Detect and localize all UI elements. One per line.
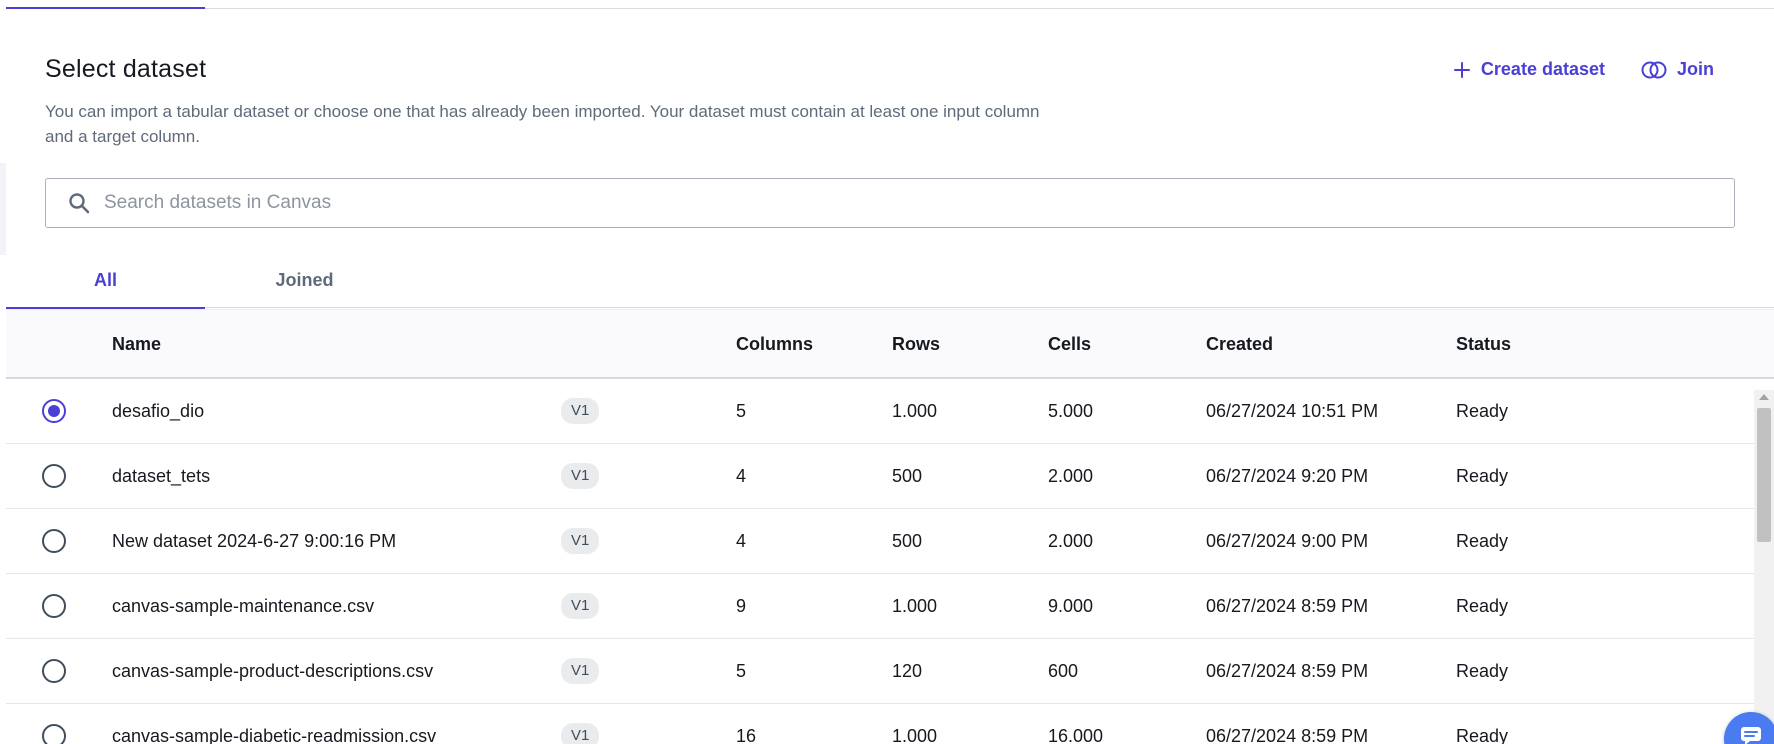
dataset-table-body: desafio_dio V1 5 1.000 5.000 06/27/2024 … <box>6 379 1754 744</box>
created-date: 06/27/2024 9:00 PM <box>1206 530 1369 551</box>
rows-count: 120 <box>892 660 923 681</box>
join-button[interactable]: Join <box>1641 59 1714 80</box>
scrollbar-thumb[interactable] <box>1757 408 1771 542</box>
dataset-name: canvas-sample-product-descriptions.csv <box>112 660 434 681</box>
version-badge: V1 <box>561 528 600 554</box>
table-row[interactable]: canvas-sample-maintenance.csv V1 9 1.000… <box>6 574 1754 639</box>
row-radio[interactable] <box>42 529 66 553</box>
header: Select dataset You can import a tabular … <box>45 53 1075 149</box>
row-select-cell <box>42 444 66 508</box>
select-dataset-panel: Select dataset You can import a tabular … <box>6 9 1774 744</box>
column-header-created[interactable]: Created <box>1206 310 1273 378</box>
cells-count: 2.000 <box>1048 465 1094 486</box>
version-badge: V1 <box>561 463 600 489</box>
columns-count: 5 <box>736 660 747 681</box>
cells-count: 2.000 <box>1048 530 1094 551</box>
page-description: You can import a tabular dataset or choo… <box>45 99 1075 149</box>
row-select-cell <box>42 574 66 638</box>
rows-count: 1.000 <box>892 595 938 616</box>
table-header: Name Columns Rows Cells Created Status <box>6 309 1774 379</box>
columns-count: 4 <box>736 530 747 551</box>
version-cell: V1 <box>561 379 600 443</box>
cells-count: 9.000 <box>1048 595 1094 616</box>
cells-count: 16.000 <box>1048 725 1104 744</box>
version-cell: V1 <box>561 704 600 744</box>
column-header-rows[interactable]: Rows <box>892 310 940 378</box>
description-line-1: You can import a tabular dataset or choo… <box>45 102 1040 121</box>
rows-count: 1.000 <box>892 725 938 744</box>
dataset-name: canvas-sample-diabetic-readmission.csv <box>112 725 437 744</box>
row-radio[interactable] <box>42 659 66 683</box>
scroll-up-arrow-icon[interactable] <box>1759 394 1769 400</box>
join-circles-icon <box>1641 60 1667 80</box>
rows-count: 500 <box>892 530 923 551</box>
dataset-name: dataset_tets <box>112 465 211 486</box>
version-cell: V1 <box>561 639 600 703</box>
rows-count: 1.000 <box>892 400 938 421</box>
tab-joined[interactable]: Joined <box>205 253 404 308</box>
search-icon <box>66 190 92 216</box>
table-row[interactable]: dataset_tets V1 4 500 2.000 06/27/2024 9… <box>6 444 1754 509</box>
dataset-name: canvas-sample-maintenance.csv <box>112 595 375 616</box>
cells-count: 5.000 <box>1048 400 1094 421</box>
tab-all[interactable]: All <box>6 253 205 309</box>
dataset-name: New dataset 2024-6-27 9:00:16 PM <box>112 530 397 551</box>
row-radio[interactable] <box>42 464 66 488</box>
status-text: Ready <box>1456 530 1509 551</box>
row-select-cell <box>42 639 66 703</box>
version-badge: V1 <box>561 723 600 744</box>
vertical-scrollbar[interactable] <box>1754 390 1774 744</box>
row-select-cell <box>42 509 66 573</box>
description-line-2: and a target column. <box>45 127 200 146</box>
columns-count: 5 <box>736 400 747 421</box>
status-text: Ready <box>1456 660 1509 681</box>
created-date: 06/27/2024 9:20 PM <box>1206 465 1369 486</box>
row-radio[interactable] <box>42 399 66 423</box>
columns-count: 4 <box>736 465 747 486</box>
column-header-name[interactable]: Name <box>112 310 161 378</box>
status-text: Ready <box>1456 400 1509 421</box>
version-badge: V1 <box>561 658 600 684</box>
create-dataset-label: Create dataset <box>1480 59 1605 79</box>
created-date: 06/27/2024 8:59 PM <box>1206 660 1369 681</box>
columns-count: 9 <box>736 595 747 616</box>
version-badge: V1 <box>561 593 600 619</box>
status-text: Ready <box>1456 465 1509 486</box>
status-text: Ready <box>1456 595 1509 616</box>
table-row[interactable]: New dataset 2024-6-27 9:00:16 PM V1 4 50… <box>6 509 1754 574</box>
created-date: 06/27/2024 10:51 PM <box>1206 400 1379 421</box>
column-header-status[interactable]: Status <box>1456 310 1511 378</box>
version-badge: V1 <box>561 398 600 424</box>
created-date: 06/27/2024 8:59 PM <box>1206 725 1369 744</box>
table-row[interactable]: desafio_dio V1 5 1.000 5.000 06/27/2024 … <box>6 379 1754 444</box>
search-box[interactable] <box>45 178 1735 228</box>
dataset-tabs: All Joined <box>6 253 1774 309</box>
page-title: Select dataset <box>45 55 207 83</box>
top-tab-strip <box>6 0 1774 9</box>
row-select-cell <box>42 379 66 443</box>
row-select-cell <box>42 704 66 744</box>
columns-count: 16 <box>736 725 757 744</box>
create-dataset-button[interactable]: Create dataset <box>1453 59 1605 80</box>
join-label: Join <box>1676 59 1714 79</box>
header-actions: Create dataset Join <box>1453 59 1714 80</box>
row-radio[interactable] <box>42 594 66 618</box>
created-date: 06/27/2024 8:59 PM <box>1206 595 1369 616</box>
dataset-name: desafio_dio <box>112 400 205 421</box>
cells-count: 600 <box>1048 660 1079 681</box>
version-cell: V1 <box>561 574 600 638</box>
status-text: Ready <box>1456 725 1509 744</box>
plus-icon <box>1453 61 1471 79</box>
rows-count: 500 <box>892 465 923 486</box>
version-cell: V1 <box>561 509 600 573</box>
column-header-cells[interactable]: Cells <box>1048 310 1091 378</box>
row-radio[interactable] <box>42 724 66 744</box>
page: Select dataset You can import a tabular … <box>0 0 1774 744</box>
version-cell: V1 <box>561 444 600 508</box>
table-row[interactable]: canvas-sample-diabetic-readmission.csv V… <box>6 704 1754 744</box>
table-row[interactable]: canvas-sample-product-descriptions.csv V… <box>6 639 1754 704</box>
search-input[interactable] <box>104 192 1604 214</box>
column-header-columns[interactable]: Columns <box>736 310 813 378</box>
chat-icon <box>1740 726 1762 744</box>
